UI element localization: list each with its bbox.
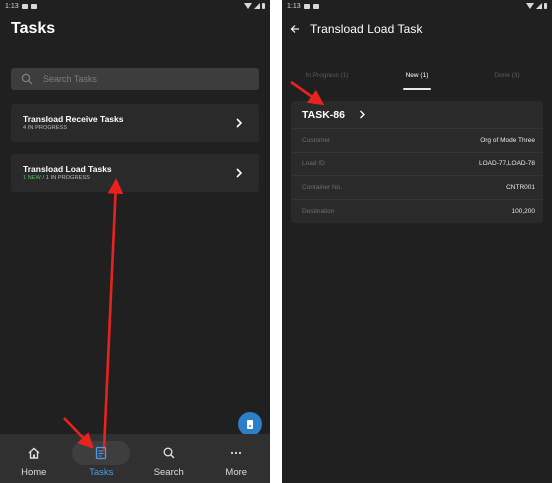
detail-row-container-no: Container No. CNTR001: [291, 176, 543, 200]
search-bar[interactable]: [11, 68, 259, 90]
field-label: Customer: [302, 136, 331, 144]
status-time: 1:13: [5, 2, 19, 10]
task-detail-card: TASK-86 Customer Org of Mode Three Load …: [291, 101, 543, 223]
field-value: 100,200: [511, 207, 536, 215]
chevron-right-icon: [236, 168, 243, 178]
field-value: LOAD-77,LOAD-78: [479, 160, 535, 168]
nav-item-home[interactable]: Home: [0, 434, 68, 483]
task-card-status: 4 IN PROGRESS: [23, 125, 68, 131]
status-tabs: In Progress (1) New (1) Done (3): [282, 68, 552, 90]
signal-icon: [254, 3, 260, 9]
field-label: Destination: [302, 207, 335, 215]
scan-device-button[interactable]: [238, 412, 262, 436]
app-bar: Transload Load Task: [282, 12, 552, 46]
wifi-icon: [244, 3, 252, 9]
tasks-screen: 1:13 Tasks Transload Receive Tasks 4 IN …: [0, 0, 270, 483]
more-icon: [231, 451, 242, 455]
notification-icon: [21, 3, 28, 9]
signal-icon: [536, 3, 542, 9]
notification-icon: [303, 3, 310, 9]
battery-icon: [544, 3, 547, 9]
search-icon: [21, 73, 33, 85]
new-count: 1 NEW: [23, 175, 41, 181]
battery-icon: [262, 3, 265, 9]
nav-item-more[interactable]: More: [203, 434, 271, 483]
chevron-right-icon: [360, 110, 365, 119]
status-bar: 1:13: [0, 0, 270, 12]
tasks-icon: [96, 446, 107, 460]
tab-new[interactable]: New (1): [372, 68, 462, 90]
status-time: 1:13: [287, 2, 301, 10]
page-title: Transload Load Task: [310, 22, 423, 36]
nav-label: Home: [21, 467, 47, 478]
field-value: Org of Mode Three: [480, 136, 535, 144]
field-label: Container No.: [302, 183, 343, 191]
nav-item-search[interactable]: Search: [135, 434, 203, 483]
tab-done[interactable]: Done (3): [462, 68, 552, 90]
nav-label: Tasks: [89, 467, 114, 478]
wifi-icon: [526, 3, 534, 9]
field-value: CNTR001: [506, 183, 535, 191]
home-icon: [28, 447, 40, 459]
task-card-title: Transload Receive Tasks: [23, 114, 124, 124]
in-progress-count: / 1 IN PROGRESS: [40, 175, 90, 181]
task-card-transload-receive[interactable]: Transload Receive Tasks 4 IN PROGRESS: [11, 104, 259, 142]
detail-row-customer: Customer Org of Mode Three: [291, 129, 543, 153]
status-bar: 1:13: [282, 0, 552, 12]
device-icon: [247, 419, 253, 429]
notification-icon: [312, 3, 319, 9]
tab-in-progress[interactable]: In Progress (1): [282, 68, 372, 90]
search-icon: [163, 447, 175, 459]
task-card-status: 1 NEW / 1 IN PROGRESS: [23, 175, 90, 181]
detail-row-load-id: Load ID LOAD-77,LOAD-78: [291, 153, 543, 176]
page-title: Tasks: [11, 20, 56, 37]
task-detail-screen: 1:13 Transload Load Task In Progress (1)…: [282, 0, 552, 483]
field-label: Load ID: [302, 160, 325, 168]
nav-item-tasks[interactable]: Tasks: [68, 434, 136, 483]
chevron-right-icon: [236, 118, 243, 128]
notification-icon: [30, 3, 37, 9]
nav-label: Search: [153, 467, 184, 478]
task-id: TASK-86: [302, 108, 345, 121]
detail-row-destination: Destination 100,200: [291, 200, 543, 224]
task-header[interactable]: TASK-86: [291, 101, 543, 129]
nav-label: More: [225, 467, 248, 478]
task-card-title: Transload Load Tasks: [23, 164, 112, 174]
back-arrow-icon[interactable]: [290, 24, 300, 34]
task-card-transload-load[interactable]: Transload Load Tasks 1 NEW / 1 IN PROGRE…: [11, 154, 259, 192]
bottom-navigation: Home Tasks Search More: [0, 434, 270, 483]
search-input[interactable]: [43, 74, 233, 84]
